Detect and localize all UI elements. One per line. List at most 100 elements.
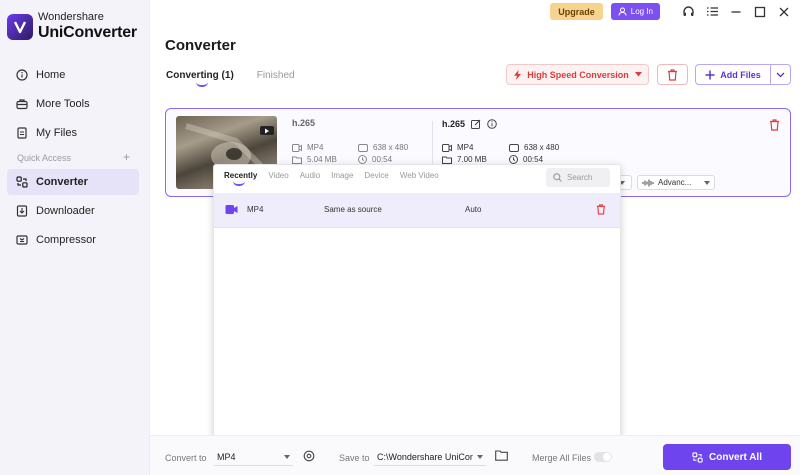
delete-file-icon[interactable] [769,118,780,136]
output-resolution: 638 x 480 [509,143,559,152]
clear-all-button[interactable] [657,64,688,85]
video-file-icon [442,143,452,152]
advanced-label: Advanc... [658,178,692,187]
source-size-value: 5.04 MB [307,155,337,164]
source-format: MP4 [292,143,323,152]
audio-advanced-select[interactable]: Advanc... [637,175,715,190]
sidebar-item-label: Downloader [36,205,95,217]
tab-web-video[interactable]: Web Video [400,171,439,180]
chevron-down-icon [776,72,785,77]
preset-format: MP4 [247,205,264,214]
download-icon [16,205,28,217]
file-icon [17,127,27,139]
menu-list-icon[interactable] [704,4,720,20]
output-format: MP4 [442,143,473,152]
output-size: 7.00 MB [442,155,487,164]
tab-image[interactable]: Image [331,171,353,180]
convert-icon [692,451,703,463]
output-file-name-row: h.265 [442,119,497,129]
audio-wave-icon [642,179,654,186]
output-duration-value: 00:54 [523,155,544,164]
brand: Wondershare UniConverter [7,12,137,41]
high-speed-conversion-button[interactable]: High Speed Conversion [506,64,649,85]
sidebar-item-home[interactable]: Home [7,62,139,88]
lightning-icon [514,69,522,80]
format-popup: Recently Video Audio Image Device Web Vi… [213,164,621,442]
convert-all-button[interactable]: Convert All [663,444,791,470]
maximize-icon[interactable] [752,4,768,20]
folder-icon [442,156,452,164]
output-format-value: MP4 [457,143,474,152]
tab-audio[interactable]: Audio [300,171,320,180]
sidebar-item-label: Converter [36,176,88,188]
converter-icon [16,176,28,188]
convert-to-label: Convert to [165,453,207,463]
trash-icon[interactable] [596,204,606,215]
tab-device[interactable]: Device [364,171,388,180]
page-title: Converter [165,37,236,54]
sidebar-item-label: Home [36,69,66,81]
play-icon[interactable] [260,126,274,135]
output-file-name: h.265 [442,119,466,129]
clock-icon [358,155,367,164]
title-bar: Upgrade Log In [550,3,792,20]
open-folder-icon[interactable] [495,450,508,461]
converter-tabs: Converting (1) Finished [166,70,318,87]
tab-converting[interactable]: Converting (1) [166,70,234,87]
format-preset-row[interactable]: MP4 Same as source Auto [214,193,620,228]
output-settings-icon[interactable] [303,450,315,462]
sidebar-item-downloader[interactable]: Downloader [7,198,139,224]
sidebar-item-compressor[interactable]: Compressor [7,227,139,253]
resolution-icon [509,143,519,152]
quick-access-add-button[interactable]: + [123,150,130,164]
merge-all-toggle[interactable] [594,452,612,462]
source-format-value: MP4 [307,143,324,152]
info-icon[interactable] [487,119,497,129]
convert-all-label: Convert All [709,451,762,463]
output-size-value: 7.00 MB [457,155,487,164]
format-search-input[interactable]: Search [546,168,610,187]
save-to-label: Save to [339,453,370,463]
bottom-bar: Convert to MP4 Save to C:\Wondershare Un… [150,435,800,475]
support-headset-icon[interactable] [680,4,696,20]
search-icon [553,173,562,182]
sidebar-item-my-files[interactable]: My Files [7,120,139,146]
output-duration: 00:54 [509,155,543,164]
sidebar-item-label: Compressor [36,234,96,246]
source-resolution-value: 638 x 480 [373,143,409,152]
preset-quality: Same as source [324,205,382,214]
add-files-button[interactable]: Add Files [696,65,770,84]
video-format-icon [225,205,238,214]
tab-video[interactable]: Video [268,171,288,180]
toolbox-icon [16,99,28,110]
sidebar-item-more-tools[interactable]: More Tools [7,91,139,117]
tab-recently[interactable]: Recently [224,171,257,186]
login-button[interactable]: Log In [610,3,660,20]
close-icon[interactable] [776,4,792,20]
source-duration-value: 00:54 [372,155,393,164]
tab-finished[interactable]: Finished [257,70,295,81]
edit-icon[interactable] [471,119,481,129]
add-files-label: Add Files [720,69,761,80]
minimize-icon[interactable] [728,4,744,20]
convert-to-value: MP4 [217,451,236,462]
info-circle-icon [16,69,28,81]
brand-product: UniConverter [38,24,137,41]
add-files-button-group: Add Files [695,64,791,85]
caret-down-icon [704,180,710,185]
sidebar-item-converter[interactable]: Converter [7,169,139,195]
upgrade-button[interactable]: Upgrade [550,3,603,20]
caret-down-icon [634,72,642,77]
quick-access-header: Quick Access + [17,150,130,164]
user-icon [618,7,627,16]
source-duration: 00:54 [358,155,392,164]
source-size: 5.04 MB [292,155,337,164]
add-files-dropdown[interactable] [770,65,790,84]
compress-icon [16,235,28,245]
save-to-select[interactable]: C:\Wondershare UniCor [374,448,486,466]
convert-to-select[interactable]: MP4 [214,448,293,466]
high-speed-label: High Speed Conversion [527,69,629,80]
caret-down-icon [477,454,483,459]
trash-icon [668,68,677,81]
plus-icon [705,70,715,79]
